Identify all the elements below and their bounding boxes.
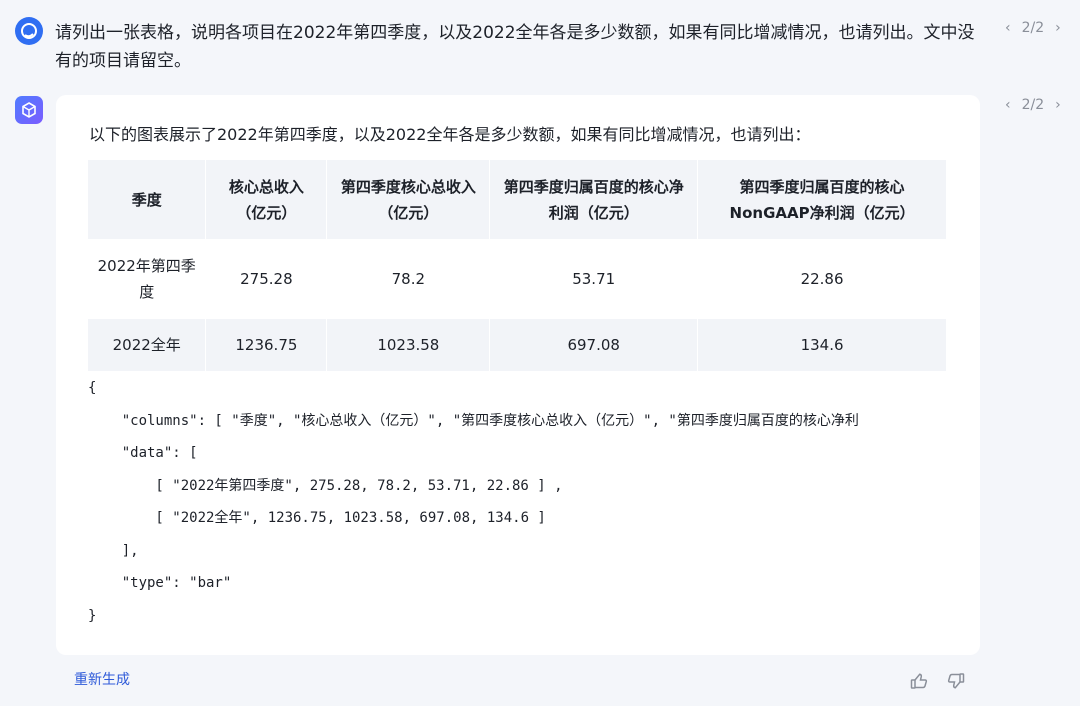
table-header-row: 季度 核心总收入（亿元） 第四季度核心总收入（亿元） 第四季度归属百度的核心净利…: [88, 160, 947, 239]
code-line: "data": [: [88, 445, 198, 461]
table-header-cell: 第四季度归属百度的核心净利润（亿元）: [489, 160, 699, 239]
table-cell: 2022年第四季度: [88, 239, 207, 319]
chevron-left-icon[interactable]: ‹: [1002, 20, 1014, 36]
user-avatar-icon: [15, 17, 43, 45]
thumbs-down-icon[interactable]: [946, 671, 966, 691]
code-line: {: [88, 380, 97, 396]
table-cell: 697.08: [489, 319, 699, 371]
table-header-cell: 季度: [88, 160, 207, 239]
table-cell: 78.2: [326, 239, 491, 319]
table-cell: 2022全年: [88, 319, 207, 371]
table-cell: 1023.58: [326, 319, 491, 371]
table-row: 2022全年 1236.75 1023.58 697.08 134.6: [88, 319, 947, 371]
table-header-cell: 第四季度归属百度的核心NonGAAP净利润（亿元）: [697, 160, 947, 239]
table-cell: 1236.75: [205, 319, 328, 371]
code-line: [ "2022年第四季度", 275.28, 78.2, 53.71, 22.8…: [88, 477, 563, 494]
regenerate-button[interactable]: 重新生成: [74, 669, 130, 689]
json-code-block: { "columns": [ "季度", "核心总收入（亿元）", "第四季度核…: [88, 372, 958, 632]
table-row: 2022年第四季度 275.28 78.2 53.71 22.86: [88, 239, 947, 319]
user-message-text: 请列出一张表格，说明各项目在2022年第四季度，以及2022全年各是多少数额，如…: [55, 23, 975, 71]
thumbs-up-icon[interactable]: [909, 671, 929, 691]
table-header-cell: 核心总收入（亿元）: [205, 160, 328, 239]
table-cell: 22.86: [697, 239, 947, 319]
table-header-cell: 第四季度核心总收入（亿元）: [326, 160, 491, 239]
code-line: [ "2022全年", 1236.75, 1023.58, 697.08, 13…: [88, 510, 546, 526]
code-line: ],: [88, 542, 139, 559]
result-table: 季度 核心总收入（亿元） 第四季度核心总收入（亿元） 第四季度归属百度的核心净利…: [88, 160, 947, 371]
user-message-pager: ‹ 2/2 ›: [1002, 20, 1064, 36]
chevron-right-icon[interactable]: ›: [1052, 20, 1064, 36]
chevron-left-icon[interactable]: ‹: [1002, 97, 1014, 113]
code-line: "type": "bar": [88, 575, 232, 591]
pager-count: 2/2: [1021, 20, 1045, 36]
code-line: "columns": [ "季度", "核心总收入（亿元）", "第四季度核心总…: [88, 412, 859, 429]
table-cell: 275.28: [205, 239, 328, 319]
table-cell: 134.6: [697, 319, 947, 371]
pager-count: 2/2: [1021, 97, 1045, 113]
ai-message-pager: ‹ 2/2 ›: [1002, 97, 1064, 113]
code-line: }: [88, 607, 97, 624]
table-cell: 53.71: [489, 239, 699, 319]
cube-logo-icon: [15, 96, 43, 124]
chevron-right-icon[interactable]: ›: [1052, 97, 1064, 113]
ai-intro-text: 以下的图表展示了2022年第四季度，以及2022全年各是多少数额，如果有同比增减…: [89, 125, 811, 144]
